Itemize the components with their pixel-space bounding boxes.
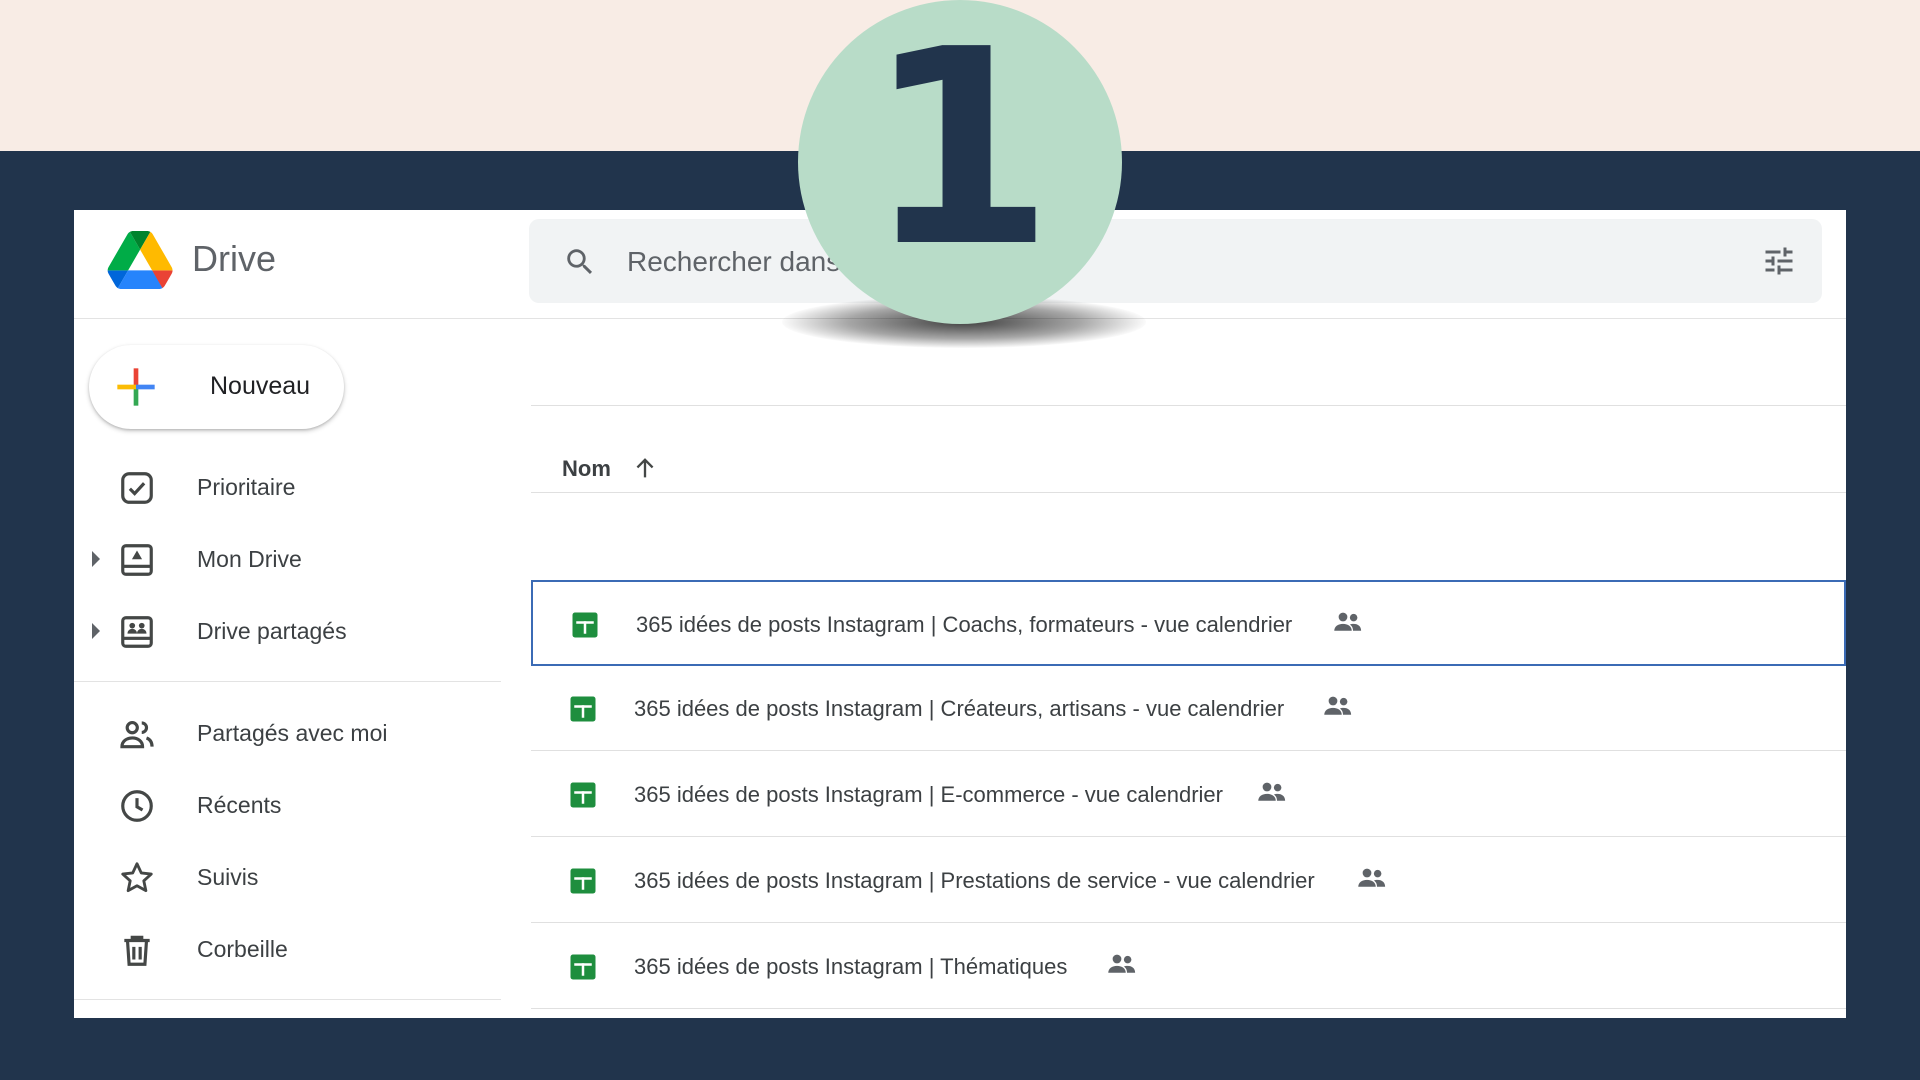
- sort-ascending-icon[interactable]: [631, 454, 659, 482]
- people-icon: [120, 721, 154, 749]
- search-icon[interactable]: [563, 245, 597, 279]
- file-row[interactable]: 365 idées de posts Instagram | Créateurs…: [531, 666, 1846, 751]
- sidebar-item-shared-drives[interactable]: Drive partagés: [74, 603, 494, 659]
- list-divider: [531, 492, 1846, 493]
- star-icon: [121, 862, 153, 893]
- search-bar[interactable]: [529, 219, 1822, 303]
- file-name: 365 idées de posts Instagram | Coachs, f…: [636, 612, 1293, 637]
- google-sheets-icon: [570, 696, 596, 722]
- shared-icon: [1334, 612, 1362, 631]
- list-divider: [531, 405, 1846, 406]
- sidebar-item-my-drive[interactable]: Mon Drive: [74, 531, 494, 587]
- sidebar-item-shared-with-me[interactable]: Partagés avec moi: [74, 705, 494, 761]
- sidebar-item-priority[interactable]: Prioritaire: [74, 459, 494, 515]
- shared-icon: [1358, 868, 1386, 887]
- file-name: 365 idées de posts Instagram | E-commerc…: [634, 782, 1223, 807]
- sidebar-item-trash[interactable]: Corbeille: [74, 921, 494, 977]
- expand-arrow-icon[interactable]: [92, 623, 100, 639]
- step-number: 1: [866, 0, 1054, 306]
- file-row[interactable]: 365 idées de posts Instagram | Prestatio…: [531, 838, 1846, 923]
- new-button-label: Nouveau: [210, 372, 311, 400]
- app-name: Drive: [192, 238, 277, 279]
- search-options-icon[interactable]: [1761, 243, 1797, 279]
- file-row[interactable]: 365 idées de posts Instagram | Coachs, f…: [531, 580, 1846, 666]
- sidebar-item-label: Récents: [197, 792, 282, 818]
- search-input[interactable]: [625, 241, 1729, 283]
- google-sheets-icon: [572, 612, 598, 638]
- sidebar-item-starred[interactable]: Suivis: [74, 849, 494, 905]
- file-name: 365 idées de posts Instagram | Thématiqu…: [634, 954, 1068, 979]
- sidebar-divider: [74, 999, 501, 1000]
- file-list: Nom 365 idées de posts Instagram | Coach…: [531, 318, 1846, 1018]
- google-sheets-icon: [570, 954, 596, 980]
- sidebar-divider: [74, 681, 501, 682]
- sidebar-item-label: Partagés avec moi: [197, 720, 388, 746]
- step-badge: 1: [798, 0, 1122, 324]
- file-row[interactable]: 365 idées de posts Instagram | E-commerc…: [531, 752, 1846, 837]
- shared-icon: [1258, 782, 1286, 801]
- clock-icon: [121, 790, 153, 822]
- sidebar-item-label: Drive partagés: [197, 618, 347, 644]
- new-button[interactable]: Nouveau: [89, 345, 344, 429]
- trash-icon: [124, 935, 150, 966]
- priority-icon: [121, 472, 153, 504]
- plus-icon: [117, 368, 155, 406]
- shared-drives-icon: [121, 616, 153, 648]
- google-sheets-icon: [570, 782, 596, 808]
- sidebar-item-label: Suivis: [197, 864, 259, 890]
- column-header-name[interactable]: Nom: [562, 456, 611, 482]
- sidebar-item-label: Corbeille: [197, 936, 288, 962]
- sidebar-item-label: Prioritaire: [197, 474, 296, 500]
- google-sheets-icon: [570, 868, 596, 894]
- shared-icon: [1108, 954, 1136, 973]
- file-name: 365 idées de posts Instagram | Créateurs…: [634, 696, 1285, 721]
- file-name: 365 idées de posts Instagram | Prestatio…: [634, 868, 1315, 893]
- my-drive-icon: [121, 544, 153, 576]
- sidebar-item-recent[interactable]: Récents: [74, 777, 494, 833]
- drive-logo-icon[interactable]: [107, 231, 173, 289]
- file-row[interactable]: 365 idées de posts Instagram | Thématiqu…: [531, 924, 1846, 1009]
- shared-icon: [1324, 696, 1352, 715]
- sidebar-item-label: Mon Drive: [197, 546, 302, 572]
- expand-arrow-icon[interactable]: [92, 551, 100, 567]
